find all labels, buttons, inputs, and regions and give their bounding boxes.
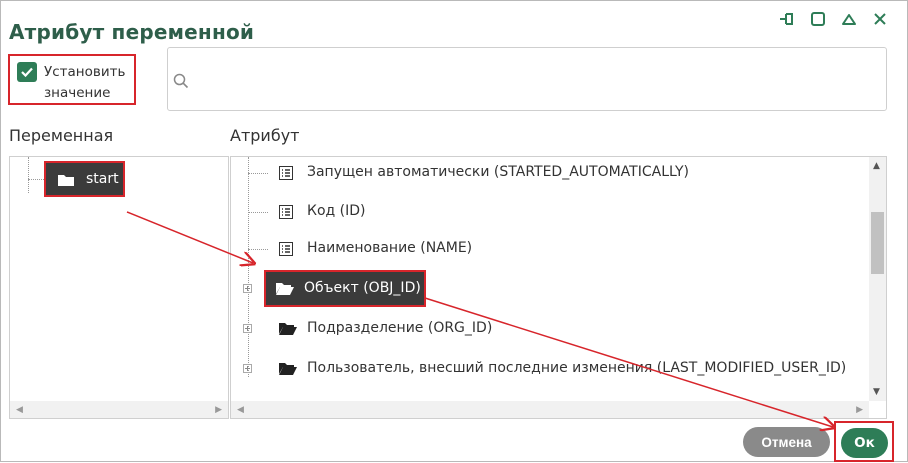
attribute-item[interactable]: Наименование (NAME) [231,234,871,264]
attribute-label: Пользователь, внесший последние изменени… [307,360,847,376]
ok-button-highlight: Ок [834,421,894,462]
set-value-checkbox[interactable] [17,62,37,82]
search-box[interactable] [167,47,887,111]
tree-line [248,157,249,377]
expand-icon[interactable] [243,324,252,333]
attribute-label: Наименование (NAME) [307,240,473,256]
cancel-button[interactable]: Отмена [743,427,830,457]
attribute-item-selected[interactable]: Объект (OBJ_ID) [264,270,426,307]
horizontal-scrollbar[interactable]: ◀ ▶ [231,401,869,418]
scroll-up-icon[interactable]: ▲ [873,161,880,171]
checkmark-icon [21,67,33,78]
set-value-label: Установить значение [44,64,126,101]
attribute-label: Подразделение (ORG_ID) [307,320,493,336]
folder-icon [58,175,74,186]
expand-icon[interactable] [243,364,252,373]
folder-open-icon [279,323,297,335]
scroll-left-icon[interactable]: ◀ [237,405,244,415]
variable-item-label: start [86,171,119,187]
scroll-right-icon[interactable]: ▶ [215,405,222,415]
ok-button[interactable]: Ок [841,428,888,458]
pin-icon[interactable] [778,10,796,28]
vertical-scrollbar[interactable]: ▲ ▼ [869,157,886,401]
folder-open-icon [279,363,297,375]
attribute-label: Код (ID) [307,203,366,219]
search-icon [173,73,189,89]
search-input[interactable] [196,66,880,94]
attribute-label: Объект (OBJ_ID) [304,280,421,296]
horizontal-scrollbar[interactable]: ◀ ▶ [10,401,228,418]
list-icon [279,166,293,180]
variable-item-start[interactable]: start [44,161,125,197]
attribute-item[interactable]: Код (ID) [231,197,871,227]
scroll-right-icon[interactable]: ▶ [856,405,863,415]
expand-icon[interactable] [243,284,252,293]
close-icon[interactable] [871,10,889,28]
list-icon [279,242,293,256]
folder-open-icon [276,283,294,295]
window-controls [778,10,889,28]
collapse-icon[interactable] [840,10,858,28]
variable-attribute-dialog: Атрибут переменной Установить значение П… [0,0,908,462]
attributes-header: Атрибут [230,126,300,145]
scroll-left-icon[interactable]: ◀ [16,405,23,415]
attribute-item[interactable]: Запущен автоматически (STARTED_AUTOMATIC… [231,158,871,188]
scroll-down-icon[interactable]: ▼ [873,387,880,397]
maximize-icon[interactable] [809,10,827,28]
attribute-item-expandable[interactable]: Подразделение (ORG_ID) [231,314,871,344]
scroll-thumb[interactable] [871,212,884,274]
list-icon [279,205,293,219]
set-value-checkbox-group[interactable]: Установить значение [8,54,136,105]
tree-line [28,157,29,193]
attribute-label: Запущен автоматически (STARTED_AUTOMATIC… [307,164,689,180]
dialog-title: Атрибут переменной [9,20,255,44]
variables-header: Переменная [9,126,114,145]
attribute-item-expandable[interactable]: Пользователь, внесший последние изменени… [231,354,871,384]
